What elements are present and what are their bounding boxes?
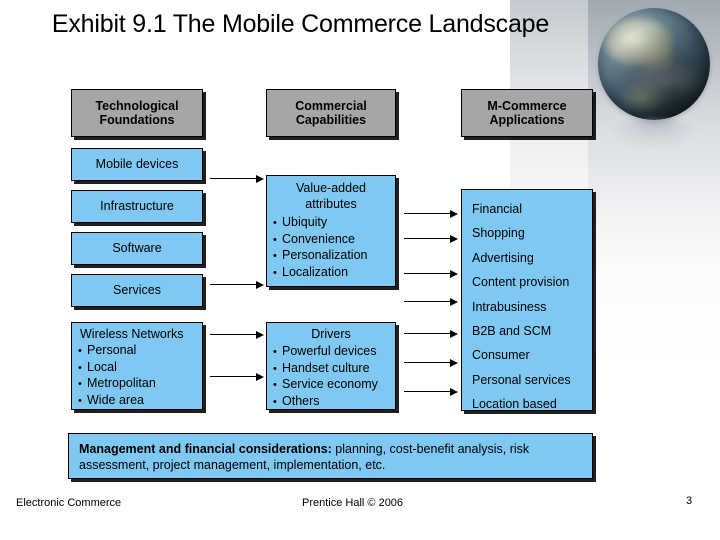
list-item: Wide area [78, 393, 196, 410]
arrow-drivers-to-applications-2 [404, 358, 458, 367]
header-m-commerce-applications: M-Commerce Applications [461, 89, 593, 137]
value-added-title-line2: attributes [305, 197, 357, 211]
box-infrastructure: Infrastructure [71, 190, 203, 223]
drivers-title: Drivers [311, 327, 351, 341]
value-added-title-line1: Value-added [296, 181, 366, 195]
list-item: Localization [273, 265, 389, 282]
arrow-foundations-to-value-added-bottom [210, 280, 264, 289]
arrow-shaft [404, 301, 451, 302]
management-considerations-bar: Management and financial considerations:… [68, 433, 593, 479]
list-item: Ubiquity [273, 215, 389, 232]
list-item: Intrabusiness [472, 299, 547, 314]
box-software: Software [71, 232, 203, 265]
list-item: Handset culture [273, 361, 389, 378]
arrow-shaft [210, 376, 257, 377]
arrow-head [256, 372, 264, 381]
globe-reflection [612, 118, 698, 148]
arrow-head [256, 330, 264, 339]
arrow-drivers-to-applications-3 [404, 387, 458, 396]
arrow-head [450, 387, 458, 396]
header-technological-foundations: Technological Foundations [71, 89, 203, 137]
arrow-head [450, 234, 458, 243]
box-services: Services [71, 274, 203, 307]
globe-icon [598, 8, 710, 120]
wireless-networks-list: Personal Local Metropolitan Wide area [78, 343, 196, 409]
arrow-shaft [210, 334, 257, 335]
arrow-shaft [210, 178, 257, 179]
arrow-foundations-to-value-added-top [210, 174, 264, 183]
box-drivers: Drivers Powerful devices Handset culture… [266, 322, 396, 410]
arrow-shaft [404, 333, 451, 334]
applications-list: Financial Shopping Advertising Content p… [462, 197, 592, 417]
arrow-shaft [404, 213, 451, 214]
arrow-drivers-to-applications-1 [404, 329, 458, 338]
box-wireless-networks: Wireless Networks Personal Local Metropo… [71, 322, 203, 410]
header-commercial-capabilities: Commercial Capabilities [266, 89, 396, 137]
arrow-head [450, 297, 458, 306]
arrow-shaft [404, 362, 451, 363]
arrow-shaft [404, 238, 451, 239]
box-mobile-devices-label: Mobile devices [95, 157, 179, 171]
list-item: Personal services [472, 372, 571, 387]
list-item: Powerful devices [273, 344, 389, 361]
slide-title: Exhibit 9.1 The Mobile Commerce Landscap… [51, 10, 550, 38]
header-technological-foundations-label: Technological Foundations [95, 99, 179, 127]
arrow-shaft [404, 273, 451, 274]
list-item: Others [273, 394, 389, 411]
arrow-value-added-to-applications-1 [404, 209, 458, 218]
footer-center: Prentice Hall © 2006 [302, 497, 404, 509]
value-added-list: Ubiquity Convenience Personalization Loc… [273, 215, 389, 281]
arrow-head [450, 358, 458, 367]
list-item: Personal [78, 343, 196, 360]
list-item: Consumer [472, 348, 530, 363]
header-commercial-capabilities-label: Commercial Capabilities [295, 99, 367, 127]
arrow-head [450, 329, 458, 338]
list-item: Convenience [273, 232, 389, 249]
list-item: Advertising [472, 250, 534, 265]
arrow-head [450, 209, 458, 218]
drivers-list: Powerful devices Handset culture Service… [273, 344, 389, 410]
list-item: Service economy [273, 377, 389, 394]
header-m-commerce-applications-label: M-Commerce Applications [487, 99, 567, 127]
arrow-value-added-to-applications-2 [404, 234, 458, 243]
arrow-shaft [210, 284, 257, 285]
footer-left: Electronic Commerce [16, 497, 122, 509]
arrow-value-added-to-applications-4 [404, 297, 458, 306]
box-services-label: Services [113, 283, 161, 297]
box-infrastructure-label: Infrastructure [100, 199, 174, 213]
arrow-head [256, 174, 264, 183]
list-item: Content provision [472, 275, 570, 290]
box-software-label: Software [112, 241, 162, 255]
wireless-networks-title: Wireless Networks [80, 327, 184, 341]
footer-page-number: 3 [686, 495, 693, 507]
list-item: B2B and SCM [472, 324, 552, 339]
arrow-wireless-to-drivers-bottom [210, 372, 264, 381]
list-item: Metropolitan [78, 376, 196, 393]
management-considerations-lead: Management and financial considerations: [79, 442, 332, 456]
box-value-added-attributes: Value-added attributes Ubiquity Convenie… [266, 175, 396, 287]
arrow-shaft [404, 391, 451, 392]
box-mobile-devices: Mobile devices [71, 148, 203, 181]
arrow-value-added-to-applications-3 [404, 269, 458, 278]
earth-globe-image [598, 8, 710, 148]
list-item: Shopping [472, 226, 525, 241]
arrow-head [450, 269, 458, 278]
list-item: Personalization [273, 248, 389, 265]
box-m-commerce-applications: Financial Shopping Advertising Content p… [461, 189, 593, 411]
list-item: Local [78, 360, 196, 377]
list-item: Financial [472, 202, 523, 216]
list-item: Location based [472, 397, 557, 412]
arrow-wireless-to-drivers-top [210, 330, 264, 339]
arrow-head [256, 280, 264, 289]
